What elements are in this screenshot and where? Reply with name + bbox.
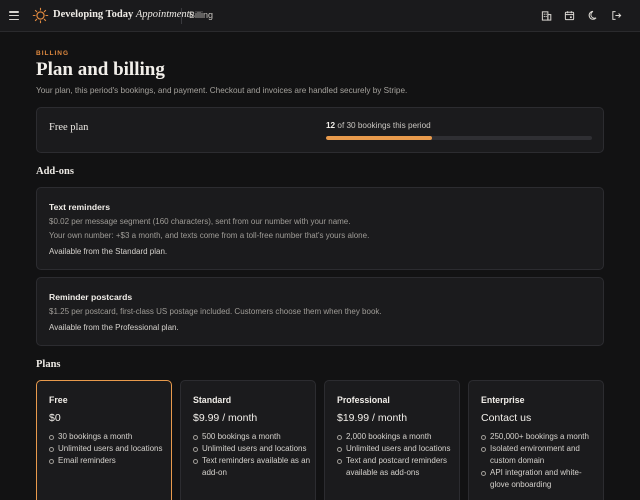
addon-availability: Available from the Professional plan. xyxy=(49,323,179,332)
bookings-usage-label: of 30 bookings this period xyxy=(337,121,431,130)
top-bar: Developing Today Appointments Billing xyxy=(0,0,640,32)
plan-features: 2,000 bookings a month Unlimited users a… xyxy=(337,431,455,479)
plan-feature: 2,000 bookings a month xyxy=(337,431,455,443)
plan-feature: Unlimited users and locations xyxy=(49,443,167,455)
plan-card-free[interactable]: Free $0 30 bookings a month Unlimited us… xyxy=(36,380,172,500)
usage-progress-fill xyxy=(326,136,433,140)
addon-availability: Available from the Standard plan. xyxy=(49,247,168,256)
current-plan-name: Free plan xyxy=(49,122,89,133)
plan-name: Enterprise xyxy=(481,395,525,405)
addon-title: Text reminders xyxy=(49,202,110,212)
plan-features: 30 bookings a month Unlimited users and … xyxy=(49,431,167,467)
app-brand[interactable]: Developing Today Appointments xyxy=(53,9,194,20)
plan-price: $0 xyxy=(49,412,61,424)
plan-feature: Text and postcard reminders available as… xyxy=(337,455,455,479)
plan-price: $19.99 / month xyxy=(337,412,408,424)
divider xyxy=(181,8,182,24)
plan-feature: Text reminders available as an add-on xyxy=(193,455,311,479)
current-plan-card: Free plan 12 of 30 bookings this period xyxy=(36,107,604,153)
plan-name: Standard xyxy=(193,395,232,405)
calendar-icon[interactable] xyxy=(564,10,575,21)
usage-progress-bar xyxy=(326,136,592,140)
addon-card-text-reminders: Text reminders $0.02 per message segment… xyxy=(36,187,604,270)
addon-pricing: $1.25 per postcard, first-class US posta… xyxy=(49,307,382,316)
sun-logo-icon[interactable] xyxy=(32,7,49,24)
plan-feature: Unlimited users and locations xyxy=(193,443,311,455)
addons-heading: Add-ons xyxy=(36,166,74,177)
plan-feature: Isolated environment and custom domain xyxy=(481,443,599,467)
plan-name: Professional xyxy=(337,395,390,405)
breadcrumb: Billing xyxy=(189,10,214,20)
brand-subtitle: Appointments xyxy=(135,9,194,20)
logout-icon[interactable] xyxy=(611,10,622,21)
plan-feature: 250,000+ bookings a month xyxy=(481,431,599,443)
page-description: Your plan, this period's bookings, and p… xyxy=(36,86,408,95)
menu-icon[interactable] xyxy=(9,11,19,21)
addon-title: Reminder postcards xyxy=(49,292,133,302)
plan-features: 250,000+ bookings a month Isolated envir… xyxy=(481,431,599,491)
plan-card-standard[interactable]: Standard $9.99 / month 500 bookings a mo… xyxy=(180,380,316,500)
plan-feature: Unlimited users and locations xyxy=(337,443,455,455)
plan-feature: Email reminders xyxy=(49,455,167,467)
plan-name: Free xyxy=(49,395,68,405)
addon-card-reminder-postcards: Reminder postcards $1.25 per postcard, f… xyxy=(36,277,604,346)
plans-heading: Plans xyxy=(36,359,61,370)
bookings-used-count: 12 xyxy=(326,121,336,130)
page-eyebrow: BILLING xyxy=(36,50,69,57)
plan-feature: API integration and white-glove onboardi… xyxy=(481,467,599,491)
bookings-usage: 12 of 30 bookings this period xyxy=(326,121,431,130)
page-title: Plan and billing xyxy=(36,59,165,80)
plan-card-enterprise[interactable]: Enterprise Contact us 250,000+ bookings … xyxy=(468,380,604,500)
theme-moon-icon[interactable] xyxy=(588,10,599,21)
addon-pricing: $0.02 per message segment (160 character… xyxy=(49,217,351,226)
brand-name: Developing Today xyxy=(53,9,134,20)
plan-price: Contact us xyxy=(481,412,532,424)
plan-price: $9.99 / month xyxy=(193,412,258,424)
plan-feature: 30 bookings a month xyxy=(49,431,167,443)
building-icon[interactable] xyxy=(541,10,552,21)
plan-features: 500 bookings a month Unlimited users and… xyxy=(193,431,311,479)
plan-feature: 500 bookings a month xyxy=(193,431,311,443)
plan-card-professional[interactable]: Professional $19.99 / month 2,000 bookin… xyxy=(324,380,460,500)
addon-pricing-extra: Your own number: +$3 a month, and texts … xyxy=(49,231,370,240)
